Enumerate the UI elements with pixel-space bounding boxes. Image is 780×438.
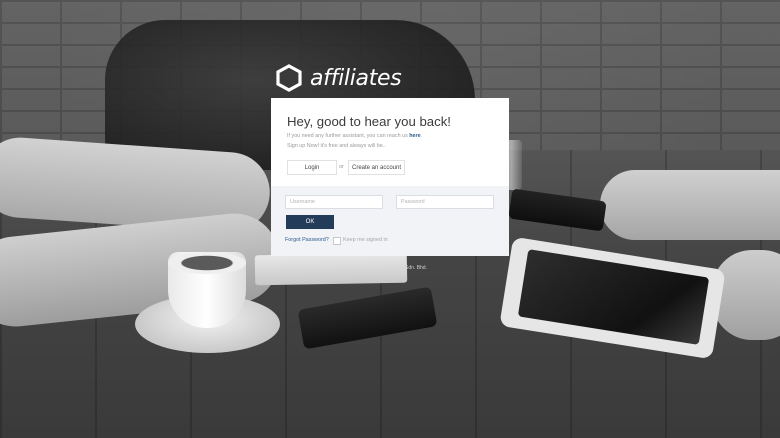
footer-company-text: Sdn. Bhd.	[405, 265, 427, 271]
or-separator: or	[339, 164, 344, 170]
background-hand-right	[712, 250, 780, 340]
login-tab-button[interactable]: Login	[287, 160, 337, 175]
create-account-button[interactable]: Create an account	[348, 160, 405, 175]
background-notebook	[254, 252, 408, 286]
hexagon-outline-icon	[276, 64, 302, 92]
brand-logo[interactable]: affiliates	[276, 64, 402, 92]
background-arm-right	[600, 170, 780, 240]
keep-signed-in-label[interactable]: Keep me signed in	[343, 237, 388, 243]
login-heading: Hey, good to hear you back!	[287, 114, 451, 129]
signup-text: Sign up Now! it's free and always will b…	[287, 143, 386, 149]
keep-signed-in-checkbox[interactable]	[333, 237, 341, 245]
brand-name: affiliates	[310, 65, 402, 91]
help-text: If you need any further assistant, you c…	[287, 133, 422, 139]
login-card: Hey, good to hear you back! If you need …	[271, 98, 509, 256]
help-link[interactable]: here	[409, 133, 420, 139]
help-text-before: If you need any further assistant, you c…	[287, 133, 410, 139]
login-page: Sdn. Bhd. affiliates Hey, good to hear y…	[0, 0, 780, 438]
username-input[interactable]	[285, 195, 383, 209]
forgot-password-link[interactable]: Forgot Password?	[285, 237, 329, 243]
password-input[interactable]	[396, 195, 494, 209]
background-cup-rim	[168, 252, 246, 274]
ok-button[interactable]: OK	[286, 215, 334, 229]
help-text-after: .	[420, 133, 423, 139]
